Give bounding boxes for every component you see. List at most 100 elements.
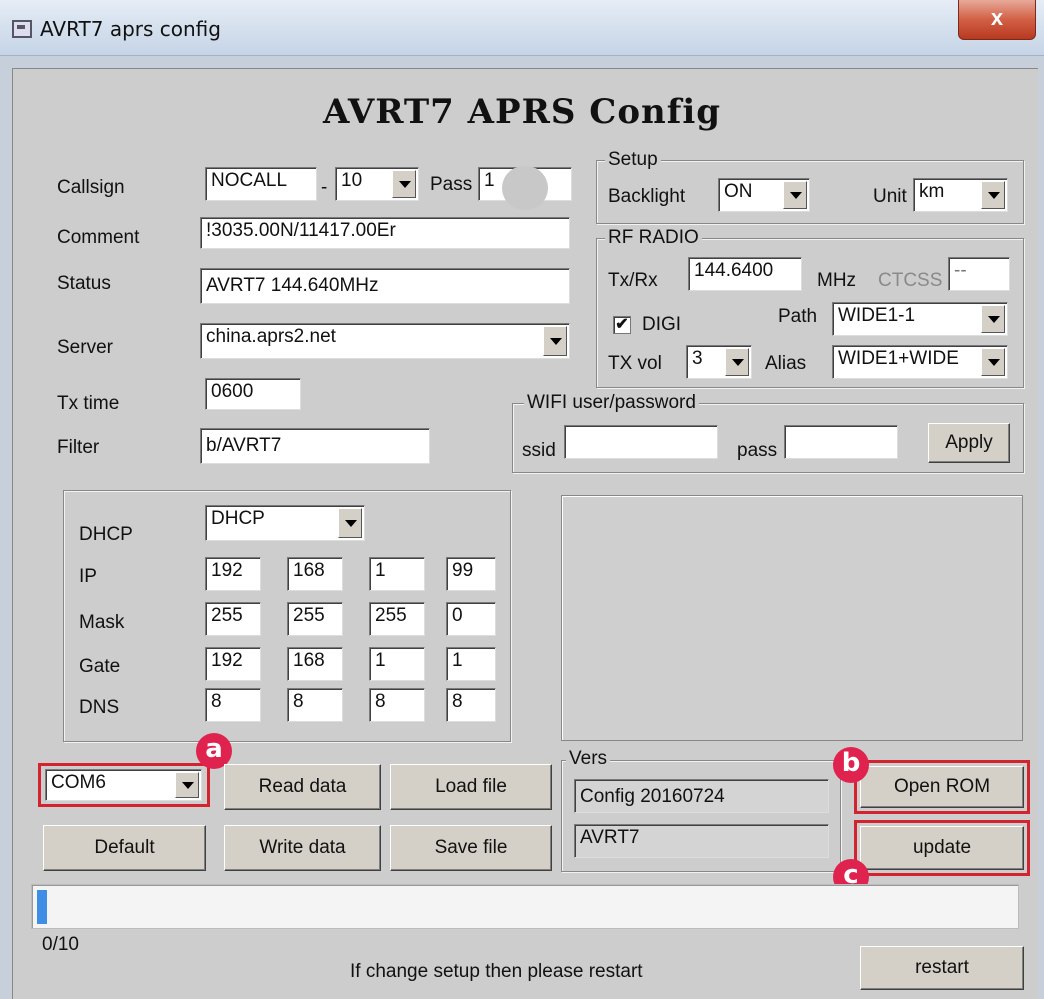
dns-octet-4[interactable]: 8 (446, 688, 496, 722)
gate-octet-1[interactable]: 192 (205, 647, 261, 681)
gate-octet-3[interactable]: 1 (369, 647, 425, 681)
backlight-dropdown[interactable]: ON (718, 178, 810, 212)
status-input[interactable]: AVRT7 144.640MHz (200, 268, 570, 304)
write-data-button[interactable]: Write data (224, 825, 381, 871)
callsign-input[interactable]: NOCALL (205, 167, 317, 201)
path-dropdown[interactable]: WIDE1-1 (832, 302, 1008, 336)
chevron-down-icon[interactable] (725, 348, 749, 376)
wifi-group-title: WIFI user/password (524, 392, 699, 414)
ip-octet-1[interactable]: 192 (205, 557, 261, 591)
path-label: Path (778, 306, 818, 327)
unit-value: km (919, 181, 945, 202)
server-value: china.aprs2.net (206, 326, 336, 347)
mask-octet-2[interactable]: 255 (287, 602, 343, 636)
mask-octet-4[interactable]: 0 (446, 602, 496, 636)
app-window-icon (12, 20, 32, 38)
apply-button[interactable]: Apply (928, 423, 1010, 463)
dhcp-label: DHCP (79, 524, 133, 545)
chevron-down-icon[interactable] (338, 508, 362, 538)
server-dropdown[interactable]: china.aprs2.net (200, 323, 570, 359)
chevron-down-icon[interactable] (543, 326, 567, 356)
chevron-down-icon[interactable] (392, 170, 416, 198)
dns-octet-3[interactable]: 8 (369, 688, 425, 722)
redaction-blur (502, 166, 548, 210)
txtime-input[interactable]: 0600 (205, 378, 301, 410)
restart-note: If change setup then please restart (350, 961, 643, 982)
ip-label: IP (79, 566, 97, 587)
rf-radio-group-title: RF RADIO (605, 227, 702, 249)
alias-dropdown[interactable]: WIDE1+WIDE (832, 345, 1008, 379)
chevron-down-icon[interactable] (981, 181, 1005, 209)
callsign-dash: - (321, 177, 328, 198)
filter-label: Filter (57, 437, 100, 458)
gate-octet-2[interactable]: 168 (287, 647, 343, 681)
chevron-down-icon[interactable] (981, 305, 1005, 333)
dns-octet-2[interactable]: 8 (287, 688, 343, 722)
backlight-label: Backlight (608, 186, 686, 207)
ctcss-input[interactable]: -- (948, 257, 1010, 291)
alias-value: WIDE1+WIDE (838, 348, 959, 369)
dns-octet-1[interactable]: 8 (205, 688, 261, 722)
txvol-dropdown[interactable]: 3 (686, 345, 752, 379)
vers-model-field: AVRT7 (574, 824, 829, 858)
alias-label: Alias (765, 353, 807, 374)
dhcp-dropdown[interactable]: DHCP (205, 505, 365, 541)
restart-button[interactable]: restart (860, 946, 1024, 990)
page-title: AVRT7 APRS Config (322, 92, 722, 132)
gate-octet-4[interactable]: 1 (446, 647, 496, 681)
com-port-value: COM6 (51, 772, 106, 793)
chevron-down-icon[interactable] (175, 772, 199, 798)
vers-config-field: Config 20160724 (574, 779, 829, 813)
save-file-button[interactable]: Save file (390, 825, 552, 871)
com-port-dropdown[interactable]: COM6 (45, 769, 202, 801)
txvol-value: 3 (692, 348, 703, 369)
txtime-label: Tx time (57, 393, 120, 414)
comment-input[interactable]: !3035.00N/11417.00Er (200, 217, 570, 249)
unit-label: Unit (873, 186, 907, 207)
pass-label: Pass (430, 174, 473, 195)
path-value: WIDE1-1 (838, 305, 916, 326)
wifi-pass-label: pass (737, 440, 778, 461)
update-button[interactable]: update (860, 826, 1024, 870)
wifi-ssid-input[interactable] (564, 425, 718, 459)
mask-octet-1[interactable]: 255 (205, 602, 261, 636)
ip-octet-3[interactable]: 1 (369, 557, 425, 591)
setup-group-title: Setup (605, 149, 661, 171)
mask-octet-3[interactable]: 255 (369, 602, 425, 636)
status-label: Status (57, 273, 111, 294)
load-file-button[interactable]: Load file (390, 764, 552, 810)
read-data-button[interactable]: Read data (224, 764, 381, 810)
comment-label: Comment (57, 227, 140, 248)
ctcss-label: CTCSS (878, 270, 943, 291)
filter-input[interactable]: b/AVRT7 (200, 428, 430, 464)
mhz-label: MHz (817, 270, 857, 291)
mask-label: Mask (79, 612, 125, 633)
progress-bar (31, 884, 1019, 929)
chevron-down-icon[interactable] (981, 348, 1005, 376)
ssid-label: ssid (522, 440, 556, 461)
digi-checkbox[interactable]: ✔ (613, 316, 631, 334)
callsign-label: Callsign (57, 177, 125, 198)
dns-label: DNS (79, 697, 120, 718)
badge-b: b (833, 747, 869, 783)
log-panel (561, 495, 1023, 741)
vers-group-title: Vers (566, 748, 611, 770)
txvol-label: TX vol (608, 353, 662, 374)
dhcp-value: DHCP (211, 508, 265, 529)
ip-octet-4[interactable]: 99 (446, 557, 496, 591)
open-rom-button[interactable]: Open ROM (860, 766, 1024, 808)
window-title: AVRT7 aprs config (40, 17, 221, 41)
chevron-down-icon[interactable] (783, 181, 807, 209)
progress-bar-fill (37, 890, 47, 924)
wifi-pass-input[interactable] (784, 425, 898, 459)
progress-text: 0/10 (42, 934, 79, 955)
ssid-dropdown[interactable]: 10 (335, 167, 419, 201)
txrx-input[interactable]: 144.6400 (688, 257, 802, 291)
server-label: Server (57, 337, 113, 358)
unit-dropdown[interactable]: km (913, 178, 1008, 212)
digi-label: DIGI (642, 314, 682, 335)
close-button[interactable]: x (958, 0, 1036, 40)
default-button[interactable]: Default (43, 825, 206, 871)
ip-octet-2[interactable]: 168 (287, 557, 343, 591)
txrx-label: Tx/Rx (608, 270, 658, 291)
